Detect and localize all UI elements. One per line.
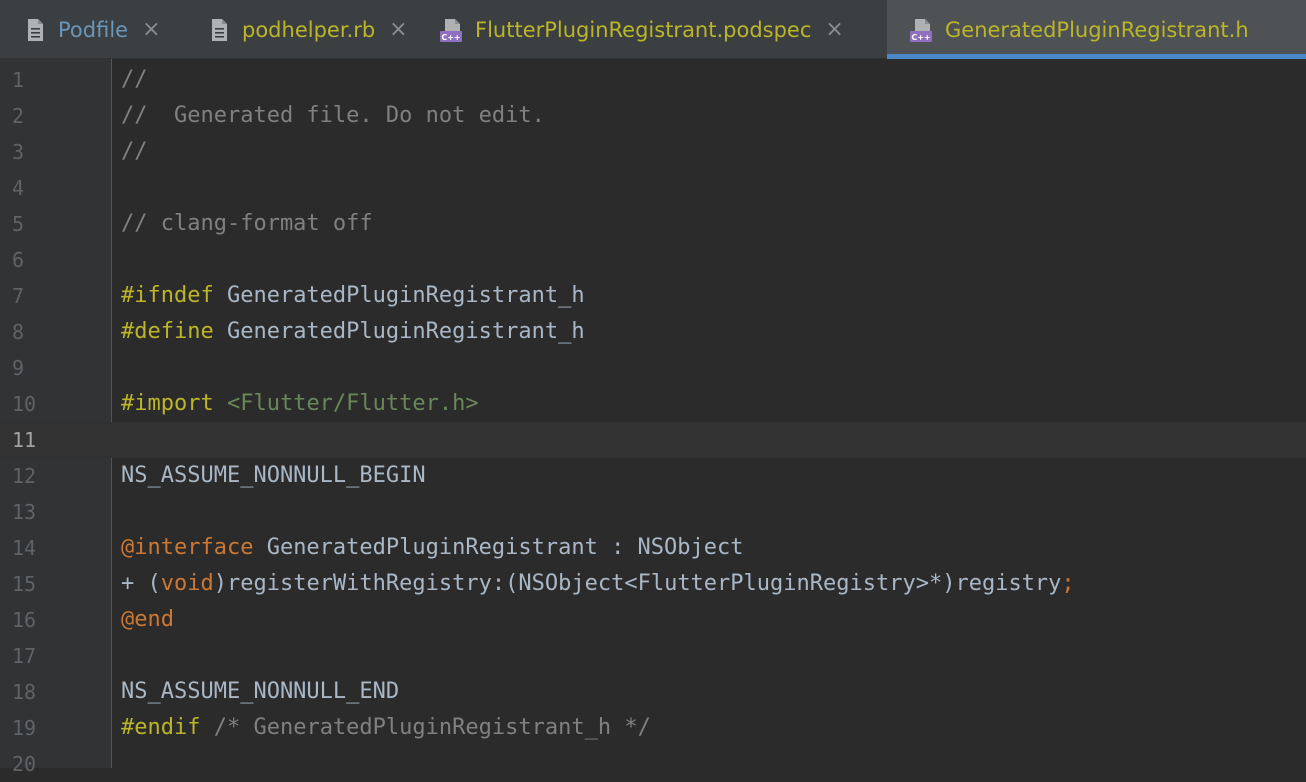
- code-line: 13: [0, 494, 1306, 530]
- code-text: @interface GeneratedPluginRegistrant : N…: [121, 530, 744, 566]
- line-number: 16: [12, 608, 37, 632]
- code-line: 4: [0, 170, 1306, 206]
- code-token-comment: // Generated file. Do not edit.: [121, 103, 545, 128]
- line-number: 11: [12, 428, 37, 452]
- code-token-plain: GeneratedPluginRegistrant_h: [213, 319, 585, 344]
- line-number: 2: [12, 104, 25, 128]
- tab-1[interactable]: podhelper.rb ×: [184, 0, 417, 59]
- tab-label: GeneratedPluginRegistrant.h: [945, 17, 1249, 42]
- line-number: 17: [12, 644, 37, 668]
- tab-2[interactable]: C++ FlutterPluginRegistrant.podspec ×: [417, 0, 887, 59]
- tab-label: podhelper.rb: [242, 17, 376, 42]
- code-token-plain: GeneratedPluginRegistrant : NSObject: [253, 535, 744, 560]
- code-token-plain: NS_ASSUME_NONNULL_BEGIN: [121, 463, 426, 488]
- code-line: 5 // clang-format off: [0, 206, 1306, 242]
- line-number: 13: [12, 500, 37, 524]
- tab-label: Podfile: [58, 17, 129, 42]
- code-line: 16 @end: [0, 602, 1306, 638]
- code-line: 7 #ifndef GeneratedPluginRegistrant_h: [0, 278, 1306, 314]
- editor-tab-bar: Podfile × podhelper.rb × C++ FlutterPluginReg…: [0, 0, 1306, 59]
- cpp-badge-text: C++: [911, 33, 930, 42]
- line-number: 5: [12, 212, 25, 236]
- code-token-kw: ;: [1061, 571, 1075, 596]
- code-line: 19 #endif /* GeneratedPluginRegistrant_h …: [0, 710, 1306, 746]
- code-text: #import <Flutter/Flutter.h>: [121, 386, 479, 422]
- code-editor[interactable]: 1 // 2 // Generated file. Do not edit. 3 // 4 5…: [0, 62, 1306, 782]
- tab-0[interactable]: Podfile ×: [0, 0, 184, 59]
- code-token-kw: @end: [121, 607, 174, 632]
- line-number: 14: [12, 536, 37, 560]
- code-text: //: [121, 134, 148, 170]
- code-token-pre: #ifndef: [121, 283, 214, 308]
- code-text: NS_ASSUME_NONNULL_BEGIN: [121, 458, 426, 494]
- tab-label: FlutterPluginRegistrant.podspec: [475, 17, 812, 42]
- cpp-file-icon: C++: [440, 18, 462, 42]
- code-token-plain: )registerWithRegistry:(NSObject<FlutterP…: [213, 571, 1062, 596]
- line-number: 6: [12, 248, 25, 272]
- line-number: 20: [12, 752, 37, 776]
- line-number: 10: [12, 392, 37, 416]
- code-token-plain: GeneratedPluginRegistrant_h: [213, 283, 585, 308]
- code-line: 12 NS_ASSUME_NONNULL_BEGIN: [0, 458, 1306, 494]
- code-line: 20: [0, 746, 1306, 782]
- code-text: NS_ASSUME_NONNULL_END: [121, 674, 399, 710]
- code-line: 15 + (void)registerWithRegistry:(NSObject…: [0, 566, 1306, 602]
- code-token-plain: + (: [121, 571, 161, 596]
- code-token-kw: void: [160, 571, 214, 596]
- code-text: @end: [121, 602, 174, 638]
- code-line: 2 // Generated file. Do not edit.: [0, 98, 1306, 134]
- line-number: 18: [12, 680, 37, 704]
- close-icon[interactable]: ×: [142, 17, 160, 42]
- code-line: 18 NS_ASSUME_NONNULL_END: [0, 674, 1306, 710]
- text-file-icon: [28, 18, 43, 41]
- line-number: 7: [12, 284, 25, 308]
- code-text: // clang-format off: [121, 206, 373, 242]
- code-line: 10 #import <Flutter/Flutter.h>: [0, 386, 1306, 422]
- code-token-comment: // clang-format off: [121, 211, 373, 236]
- line-number: 1: [12, 68, 25, 92]
- line-number: 12: [12, 464, 37, 488]
- line-number: 3: [12, 140, 25, 164]
- line-number: 15: [12, 572, 37, 596]
- code-line: 6: [0, 242, 1306, 278]
- code-token-pre: #endif: [121, 715, 201, 740]
- code-token-comment: //: [121, 139, 148, 164]
- code-line: 9: [0, 350, 1306, 386]
- line-number: 4: [12, 176, 25, 200]
- code-token-kw: @interface: [121, 535, 254, 560]
- cpp-file-icon: C++: [910, 18, 932, 42]
- line-number: 8: [12, 320, 25, 344]
- code-token-comment: //: [121, 67, 148, 92]
- text-file-icon: [212, 18, 227, 41]
- code-text: #ifndef GeneratedPluginRegistrant_h: [121, 278, 585, 314]
- line-number: 19: [12, 716, 37, 740]
- code-line: 14 @interface GeneratedPluginRegistrant :…: [0, 530, 1306, 566]
- cpp-badge-text: C++: [441, 33, 460, 42]
- code-line: 8 #define GeneratedPluginRegistrant_h: [0, 314, 1306, 350]
- code-line: 17: [0, 638, 1306, 674]
- code-token-plain: NS_ASSUME_NONNULL_END: [121, 679, 400, 704]
- code-line: 1 //: [0, 62, 1306, 98]
- code-text: // Generated file. Do not edit.: [121, 98, 545, 134]
- code-line: 3 //: [0, 134, 1306, 170]
- code-text: + (void)registerWithRegistry:(NSObject<F…: [121, 566, 1075, 602]
- line-number: 9: [12, 356, 25, 380]
- close-icon[interactable]: ×: [825, 17, 843, 42]
- code-token-pre: #define: [121, 319, 214, 344]
- close-icon[interactable]: ×: [389, 17, 407, 42]
- code-text: #endif /* GeneratedPluginRegistrant_h */: [121, 710, 651, 746]
- tab-3[interactable]: C++ GeneratedPluginRegistrant.h: [887, 0, 1306, 59]
- code-token-comment: /* GeneratedPluginRegistrant_h */: [213, 715, 651, 740]
- code-token-str: <Flutter/Flutter.h>: [226, 391, 479, 416]
- code-token-pre: #import: [121, 391, 214, 416]
- code-line: 11: [0, 422, 1306, 458]
- code-text: #define GeneratedPluginRegistrant_h: [121, 314, 585, 350]
- code-text: //: [121, 62, 148, 98]
